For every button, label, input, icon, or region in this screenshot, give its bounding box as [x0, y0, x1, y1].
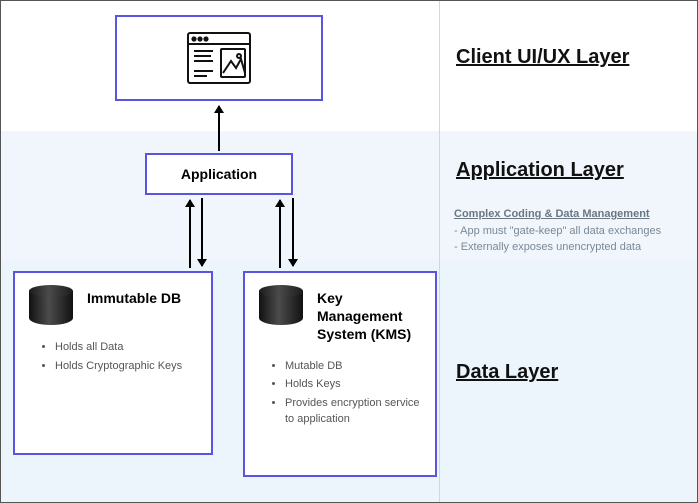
browser-window-icon [183, 29, 255, 87]
note-line-1: - App must "gate-keep" all data exchange… [454, 224, 681, 239]
arrow-kms-to-app [279, 200, 281, 268]
database-icon [29, 285, 73, 325]
application-note: Complex Coding & Data Management - App m… [454, 207, 681, 255]
arrow-app-to-db [201, 198, 203, 266]
application-box: Application [145, 153, 293, 195]
client-ui-box [115, 15, 323, 101]
arrow-app-to-ui [218, 106, 220, 151]
kms-box: Key Management System (KMS) Mutable DB H… [243, 271, 437, 477]
arrow-db-to-app [189, 200, 191, 268]
immutable-db-box: Immutable DB Holds all Data Holds Crypto… [13, 271, 213, 455]
list-item: Provides encryption service to applicati… [285, 395, 421, 428]
layer-label-data: Data Layer [456, 361, 558, 384]
immutable-db-bullets: Holds all Data Holds Cryptographic Keys [29, 339, 197, 374]
note-title: Complex Coding & Data Management [454, 207, 681, 222]
kms-bullets: Mutable DB Holds Keys Provides encryptio… [259, 358, 421, 428]
kms-header: Key Management System (KMS) [259, 285, 421, 344]
list-item: Holds Cryptographic Keys [55, 358, 197, 375]
immutable-db-header: Immutable DB [29, 285, 197, 325]
list-item: Holds Keys [285, 376, 421, 393]
list-item: Mutable DB [285, 358, 421, 375]
arrow-app-to-kms [292, 198, 294, 266]
layer-label-client: Client UI/UX Layer [456, 46, 629, 69]
database-icon [259, 285, 303, 325]
list-item: Holds all Data [55, 339, 197, 356]
application-label: Application [181, 166, 257, 182]
immutable-db-title: Immutable DB [87, 289, 181, 307]
kms-title: Key Management System (KMS) [317, 289, 421, 344]
note-line-2: - Externally exposes unencrypted data [454, 240, 681, 255]
layer-label-application: Application Layer [456, 159, 624, 182]
vertical-divider [439, 1, 440, 502]
architecture-diagram: Client UI/UX Layer Application Layer Dat… [0, 0, 698, 503]
